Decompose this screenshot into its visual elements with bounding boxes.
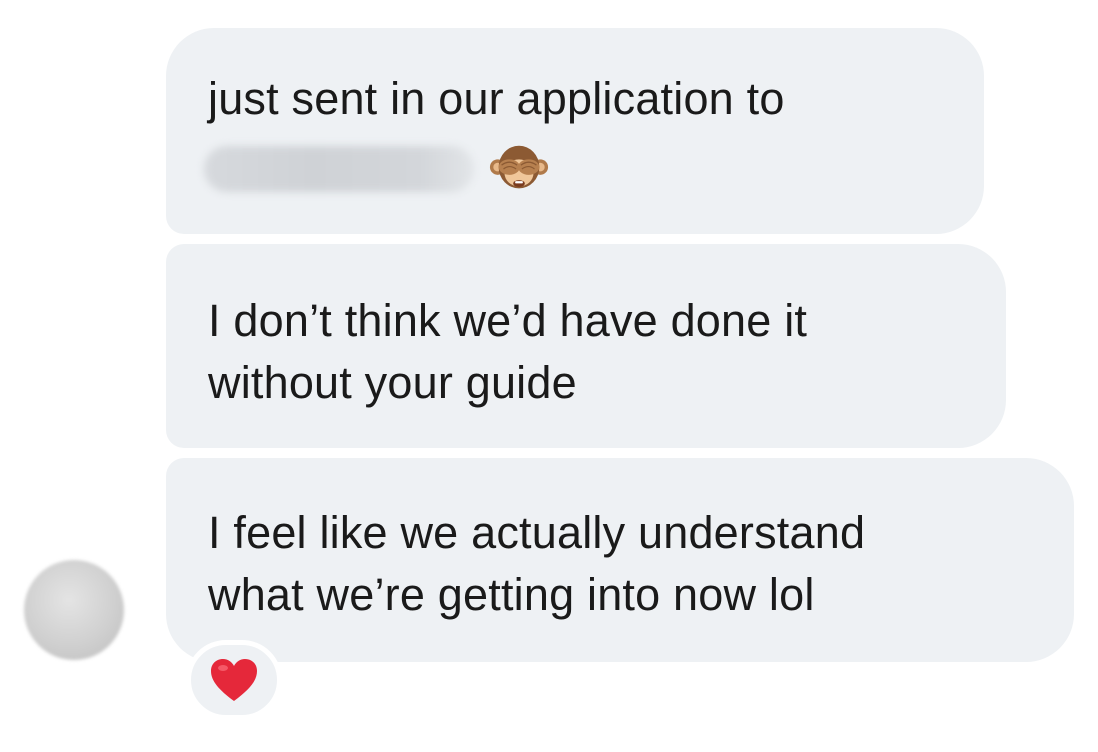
message-bubble-2[interactable]: I don’t think we’d have done it without … <box>166 244 1006 448</box>
red-heart-icon <box>211 659 257 701</box>
message-line: I feel like we actually understand <box>208 507 866 558</box>
see-no-evil-monkey-icon <box>489 145 549 189</box>
message-bubble-1[interactable]: just sent in our application to <box>166 28 984 234</box>
message-line: I don’t think we’d have done it <box>208 295 808 346</box>
message-text: I don’t think we’d have done it without … <box>208 290 807 414</box>
message-thread: just sent in our application to I don’t … <box>0 0 1098 752</box>
message-line: what we’re getting into now lol <box>208 569 815 620</box>
message-bubble-3[interactable]: I feel like we actually understand what … <box>166 458 1074 662</box>
sender-avatar[interactable] <box>24 560 124 660</box>
message-line: without your guide <box>208 357 577 408</box>
message-line: just sent in our application to <box>208 73 785 124</box>
redacted-text <box>204 146 474 192</box>
message-text: just sent in our application to <box>208 68 785 130</box>
message-text: I feel like we actually understand what … <box>208 502 865 626</box>
heart-reaction[interactable] <box>186 640 282 720</box>
